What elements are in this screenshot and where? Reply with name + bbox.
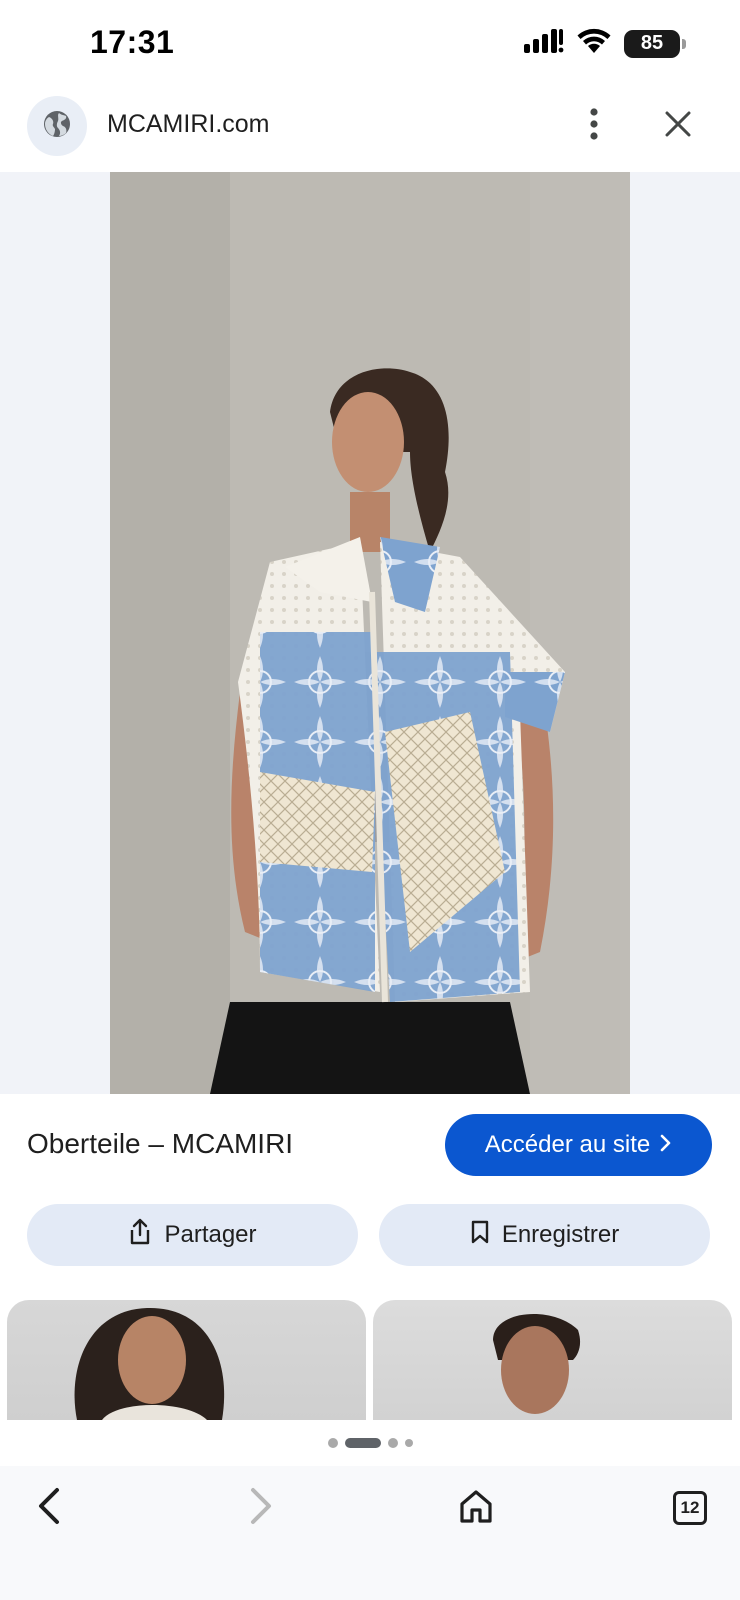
bottom-navigation: 12 (0, 1466, 740, 1600)
tab-switcher-button[interactable]: 12 (660, 1478, 720, 1538)
related-image-2[interactable] (373, 1300, 732, 1420)
result-title: Oberteile – MCAMIRI (27, 1128, 294, 1159)
globe-icon (42, 109, 72, 144)
pager-dot (344, 1438, 381, 1448)
signal-icon (524, 28, 564, 59)
more-vert-icon (589, 107, 599, 146)
bookmark-icon (470, 1219, 490, 1252)
site-info-button[interactable] (27, 96, 87, 156)
wifi-icon (576, 28, 612, 59)
close-button[interactable] (654, 102, 702, 150)
browser-header: MCAMIRI.com (0, 88, 740, 172)
battery-level: 85 (640, 32, 664, 54)
product-photo[interactable] (110, 172, 630, 1094)
back-arrow-icon (33, 1486, 63, 1531)
site-title: MCAMIRI.com (107, 110, 270, 138)
close-icon (664, 110, 692, 143)
home-button[interactable] (446, 1478, 506, 1538)
tabs-icon: 12 (673, 1491, 707, 1525)
pager-dot (387, 1438, 398, 1448)
visit-site-button[interactable]: Accéder au site (445, 1114, 712, 1176)
share-button[interactable]: Partager (27, 1204, 358, 1266)
status-icons: 85 (524, 28, 686, 59)
status-time: 17:31 (90, 24, 175, 60)
save-label: Enregistrer (501, 1221, 620, 1248)
forward-button[interactable] (232, 1478, 292, 1538)
home-icon (458, 1488, 494, 1529)
visit-site-label: Accéder au site (484, 1131, 651, 1158)
pager-dots (0, 1420, 740, 1466)
image-viewer (0, 172, 740, 1094)
share-icon (128, 1218, 152, 1253)
back-button[interactable] (18, 1478, 78, 1538)
related-image-1[interactable] (7, 1300, 366, 1420)
forward-arrow-icon (247, 1486, 277, 1531)
save-button[interactable]: Enregistrer (379, 1204, 710, 1266)
status-bar: 17:31 85 (0, 0, 740, 88)
battery-icon: 85 (624, 29, 686, 58)
more-options-button[interactable] (574, 102, 614, 150)
share-label: Partager (164, 1221, 257, 1248)
pager-dot (404, 1439, 413, 1447)
chevron-right-icon (660, 1131, 672, 1159)
pager-dot (327, 1438, 338, 1448)
tab-count: 12 (680, 1498, 700, 1517)
